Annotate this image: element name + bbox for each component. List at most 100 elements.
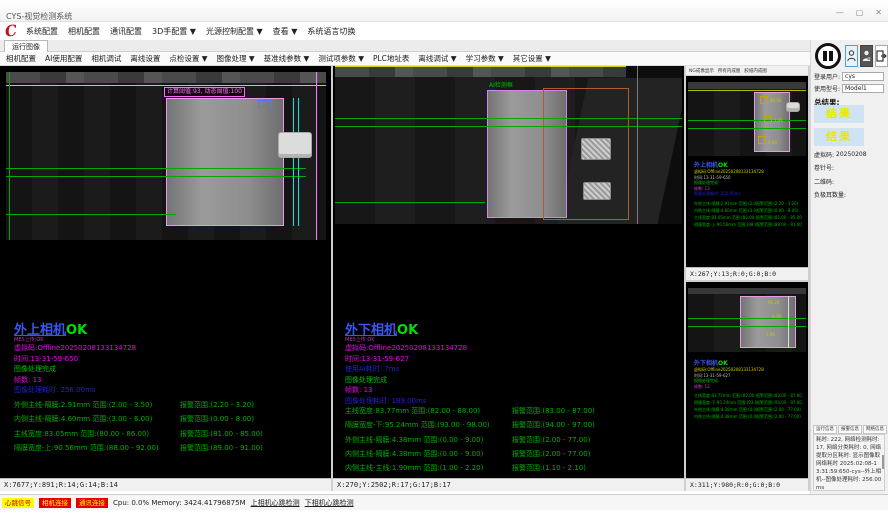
overlay-green-hline: [335, 118, 682, 119]
toolbar-image-process[interactable]: 图像处理 ▼: [217, 53, 255, 64]
menu-item-view[interactable]: 查看 ▼: [273, 26, 298, 37]
toolbar-learn-params[interactable]: 学习参数 ▼: [466, 53, 504, 64]
menu-item-language[interactable]: 系统语言切换: [307, 26, 355, 37]
tab-tape-images[interactable]: 胶纸内成图: [744, 68, 767, 74]
measure-row: 主线宽度:83.77mm 范围:(82.00 - 88.00)报警范围:(83.…: [694, 393, 802, 400]
pixel-coordinate-readout: X:311;Y:980;R:0;G:0;B:0: [686, 478, 808, 491]
toolbar-test-params[interactable]: 测试项参数 ▼: [318, 53, 364, 64]
alarm-range: 报警范围:(89.00 - 91.00): [180, 443, 263, 453]
toolbar-offline-setting[interactable]: 离线设置: [130, 53, 160, 64]
tab-ng-display[interactable]: NG成像显示: [689, 68, 714, 74]
menu-item-3d-config[interactable]: 3D手配置 ▼: [152, 26, 196, 37]
frame-count-line: 帧数: 13: [14, 375, 136, 386]
menu-item-camera-config[interactable]: 相机配置: [68, 26, 100, 37]
measure-row: 外侧主线-隔膜:2.91mm 范围:(2.00 - 3.50)报警范围:(2.2…: [694, 201, 802, 208]
toolbar-spotcheck-setting[interactable]: 点检设置 ▼: [169, 53, 207, 64]
measure-value: 外侧主线-隔膜:4.38mm 范围:(0.00 - 9.00): [345, 435, 512, 445]
annotation-text: 4.38: [772, 314, 781, 319]
user-login-button[interactable]: [845, 45, 858, 67]
image-texture: [637, 66, 638, 224]
toolbar-other-setting[interactable]: 其它设置 ▼: [513, 53, 551, 64]
annotation-text: 95.24: [768, 300, 779, 305]
time-line: 时间:13-31-59-627: [345, 354, 467, 365]
status-ok: OK: [66, 323, 87, 338]
minimize-icon[interactable]: —: [836, 9, 844, 17]
login-user-label: 登录用户:: [814, 72, 840, 81]
image-texture: [688, 82, 806, 89]
ai-elapsed-line: 使用AI耗时: 7ms: [345, 364, 467, 375]
menu-item-system-config[interactable]: 系统配置: [26, 26, 58, 37]
measure-value: 主线宽度:83.05mm 范围:(80.00 - 86.00): [14, 429, 180, 439]
camera-name: 外上相机: [694, 162, 718, 169]
toolbar-baseline-params[interactable]: 基准线参数 ▼: [264, 53, 310, 64]
thumbnail-image-upper[interactable]: 90.56 2.91 4.60: [688, 82, 806, 156]
app-window: CYS-视觉检测系统 — ▢ ✕ C 系统配置 相机配置 通讯配置 3D手配置 …: [0, 0, 888, 522]
measure-value: 外侧主线-隔膜:2.91mm 范围:(2.00 - 3.50): [14, 400, 180, 410]
log-tab-network[interactable]: 网络信息: [863, 425, 887, 434]
image-texture: [6, 72, 326, 83]
measure-row: 内侧主线-隔膜:4.60mm 范围:(3.00 - 6.00)报警范围:(0.0…: [694, 208, 802, 215]
exit-button[interactable]: [875, 45, 888, 67]
ai-detect-label: AI检测框: [489, 80, 513, 89]
elapsed-line: 图像处理耗时: 256.00ms: [14, 385, 136, 396]
tab-strip: 运行图像: [0, 40, 810, 52]
toolbar-plc-table[interactable]: PLC地址表: [373, 53, 409, 64]
camera-name: 外下相机: [694, 360, 718, 367]
measure-value: 内侧主线-隔膜:4.60mm 范围:(3.00 - 6.00): [14, 414, 180, 424]
cpu-memory-readout: Cpu: 0.0% Memory: 3424.41796875M: [113, 499, 246, 507]
result-box-2: 结果: [814, 128, 864, 146]
barcode-line: 虚拟码:Offline20250208133134728: [14, 343, 136, 354]
tab-run-image[interactable]: 运行图像: [4, 40, 48, 52]
maximize-icon[interactable]: ▢: [856, 9, 864, 17]
thumbnail-image-lower[interactable]: 95.24 4.38 1.90: [688, 288, 806, 352]
image-texture: [688, 288, 806, 294]
exit-door-icon: [876, 50, 887, 62]
alarm-range: 报警范围:(83.00 - 87.00): [756, 393, 802, 400]
status-bar: 心跳信号 相机连接 通讯连接 Cpu: 0.0% Memory: 3424.41…: [0, 494, 888, 510]
model-label: 使用型号:: [814, 84, 840, 93]
login-user-input[interactable]: [842, 72, 884, 81]
overlay-green-hline: [6, 214, 176, 215]
measure-row: 内侧主线-隔膜:4.60mm 范围:(3.00 - 6.00) 报警范围:(0.…: [14, 412, 326, 426]
barcode-line: 虚拟码:Offline20250208133134728: [345, 343, 467, 354]
overlay-yellow-line: [6, 85, 326, 86]
measure-value: 外侧主线-隔膜:2.91mm 范围:(2.00 - 3.50): [694, 201, 756, 208]
camera-image-upper[interactable]: 计算阈值:93, 动态阈值:100: [6, 72, 326, 240]
log-tab-alarm[interactable]: 报警信息: [838, 425, 862, 434]
measure-row: 内侧主线-隔膜:4.38mm 范围:(0.00 - 9.00) 报警范围:(2.…: [345, 447, 680, 461]
log-output[interactable]: 耗时: 222, 网络检测耗时: 17, 网络分类耗时: 0, 网络提取分区耗时…: [813, 434, 885, 491]
time-line: 时间:13-31-59-650: [14, 354, 136, 365]
tab-all-images[interactable]: 所有内成图: [718, 68, 741, 74]
annotation-box: [764, 116, 772, 124]
toolbar-offline-debug[interactable]: 离线调试 ▼: [418, 53, 456, 64]
measure-row: 隔膜宽度-上:90.56mm 范围:(88.00 - 92.00)报警范围:(8…: [694, 222, 802, 229]
menu-item-comm-config[interactable]: 通讯配置: [110, 26, 142, 37]
log-scrollbar[interactable]: [882, 455, 884, 469]
overlay-green-hline: [335, 126, 682, 127]
menubar: C 系统配置 相机配置 通讯配置 3D手配置 ▼ 光源控制配置 ▼ 查看 ▼ 系…: [0, 22, 888, 40]
thumbnail-panel-lower: 95.24 4.38 1.90 外下相机OK 虚拟码:Offline202502…: [686, 282, 808, 491]
status-ok: OK: [718, 162, 728, 169]
alarm-range: 报警范围:(83.00 - 87.00): [512, 406, 595, 416]
toolbar-ai-config[interactable]: AI使用配置: [45, 53, 82, 64]
toolbar-camera-debug[interactable]: 相机调试: [91, 53, 121, 64]
measure-value: 内侧主线-隔膜:4.60mm 范围:(3.00 - 6.00): [694, 208, 756, 215]
camera-result-title: 外下相机OK: [694, 360, 802, 367]
tab-electrode: [583, 182, 611, 200]
camera-image-lower[interactable]: AI检测框: [335, 66, 682, 224]
status-ok: OK: [718, 360, 728, 367]
model-input[interactable]: [842, 84, 884, 93]
virtual-code-label: 虚拟码:: [814, 150, 834, 159]
measure-value: 主线宽度:83.77mm 范围:(82.00 - 88.00): [694, 393, 756, 400]
upper-camera-heartbeat-link[interactable]: 上相机心跳检测: [251, 498, 300, 508]
pause-button[interactable]: [815, 43, 841, 69]
measure-value: 隔膜宽度-下:95.24mm 范围:(93.00 - 98.00): [694, 400, 756, 407]
overlay-white-vline: [788, 296, 789, 348]
menu-item-light-config[interactable]: 光源控制配置 ▼: [206, 26, 263, 37]
user-settings-button[interactable]: [860, 45, 873, 67]
close-icon[interactable]: ✕: [875, 9, 882, 17]
cell-region: [166, 98, 284, 226]
log-tab-run[interactable]: 运行信息: [813, 425, 837, 434]
lower-camera-heartbeat-link[interactable]: 下相机心跳检测: [305, 498, 354, 508]
toolbar-camera-config[interactable]: 相机配置: [6, 53, 36, 64]
